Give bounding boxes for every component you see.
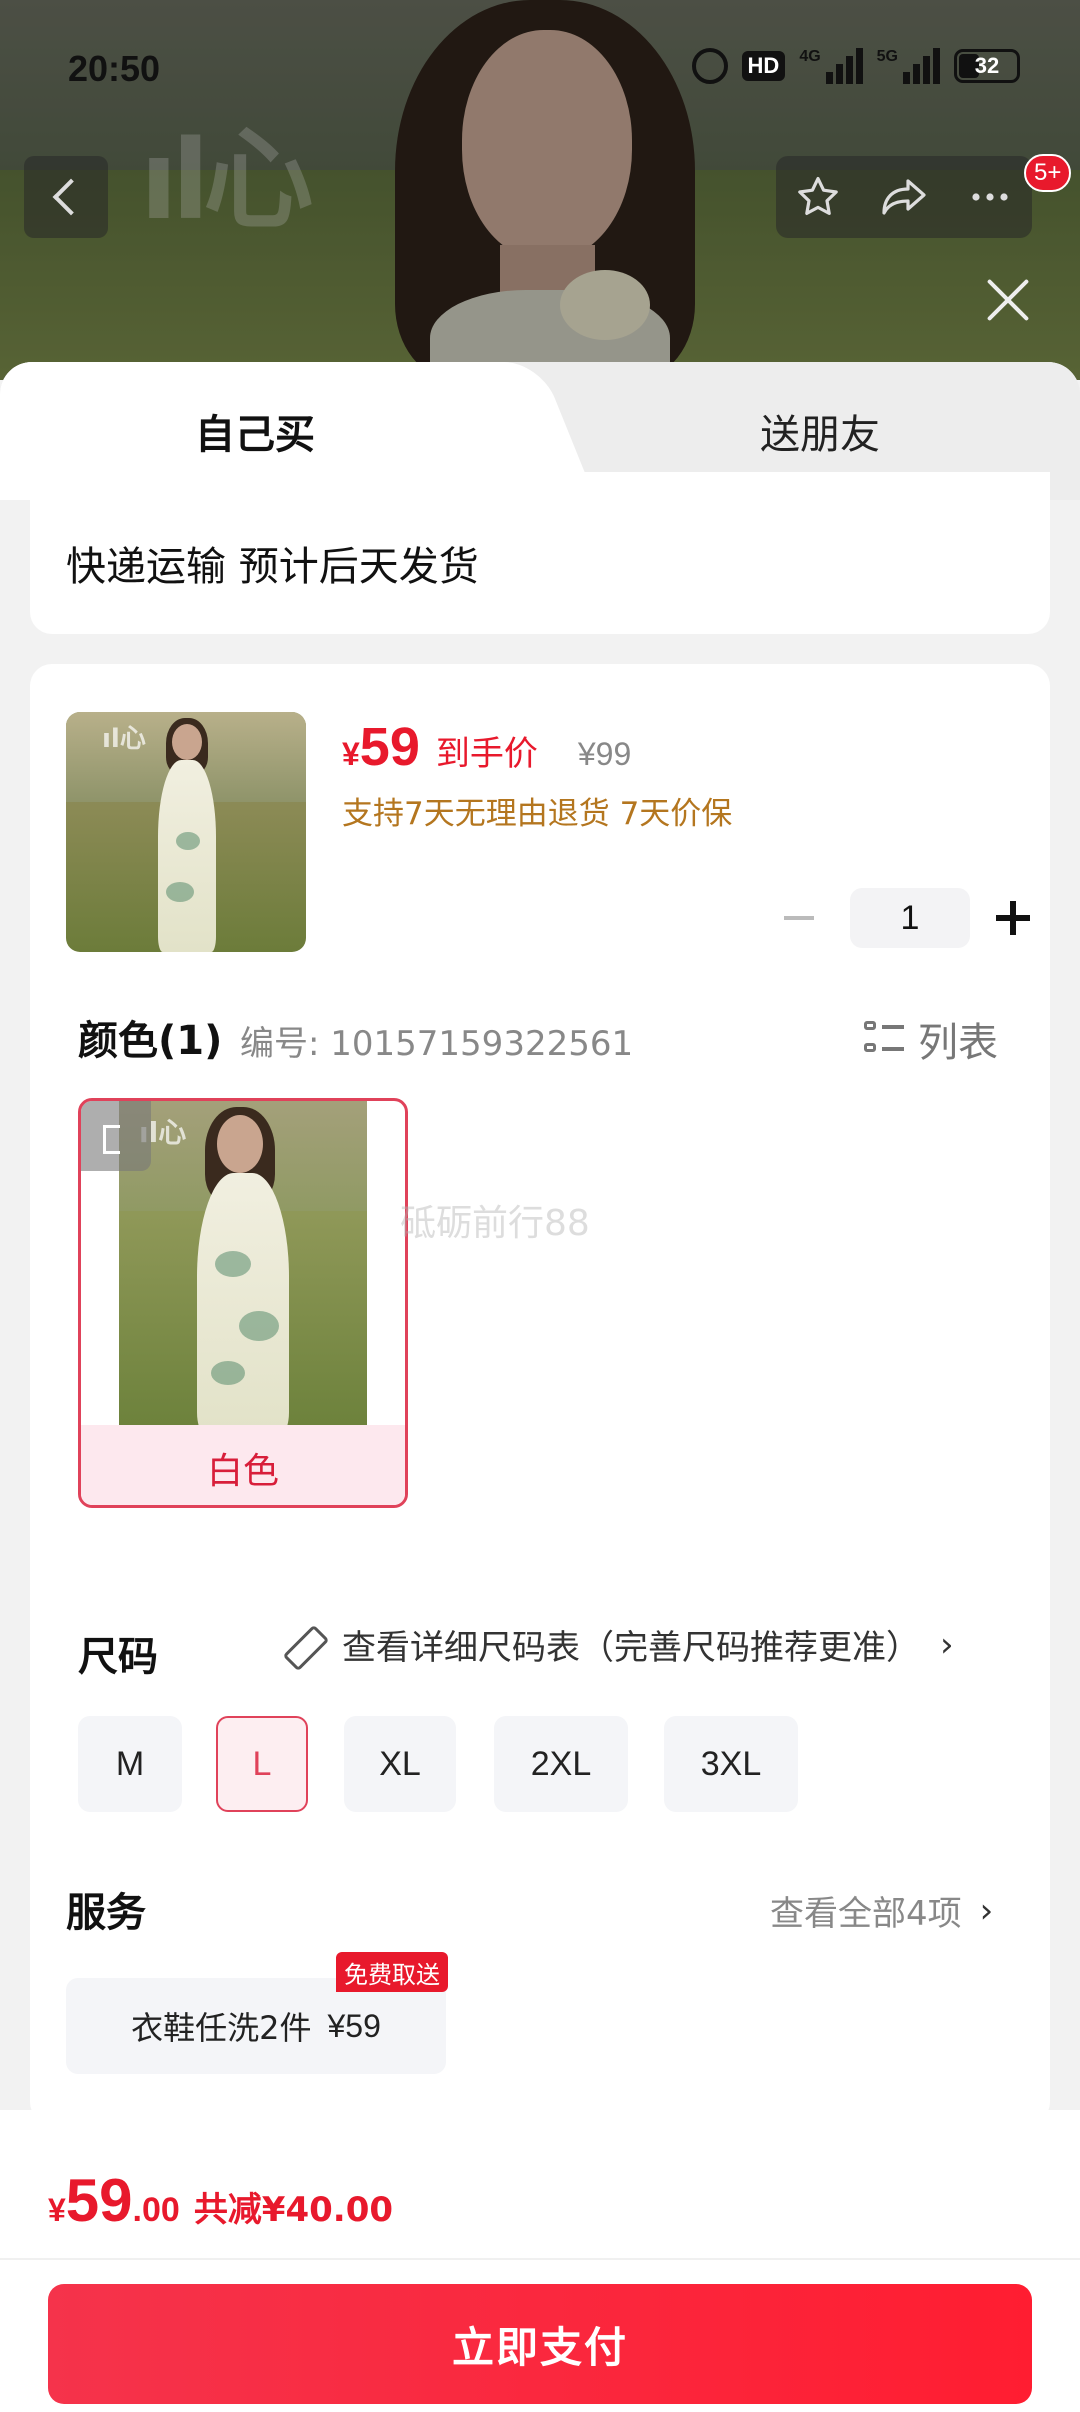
original-price: ¥99 <box>577 736 632 772</box>
signal-4g-icon: 4G <box>799 48 863 84</box>
total-price: ¥ 59 .00 共减¥40.00 <box>48 2167 394 2234</box>
view-all-services-link[interactable]: 查看全部4项 › <box>770 1886 993 1935</box>
product-code: 编号: 10157159322561 <box>240 1024 634 1064</box>
discount-amount: 共减¥40.00 <box>193 2190 394 2230</box>
chevron-right-icon: › <box>979 1890 994 1931</box>
expand-icon[interactable] <box>81 1101 151 1171</box>
watermark-text: 砥砺前行88 <box>400 1203 590 1244</box>
color-option-label: 白色 <box>81 1425 405 1505</box>
size-option-m[interactable]: M <box>78 1716 182 1812</box>
status-bar: 20:50 HD 4G 5G 32 <box>0 0 1080 140</box>
quantity-decrease-button[interactable] <box>770 888 830 948</box>
ruler-icon <box>282 1625 322 1665</box>
price-row: ¥ 59 到手价 ¥99 <box>342 716 631 778</box>
size-option-3xl[interactable]: 3XL <box>664 1716 798 1812</box>
size-option-xl[interactable]: XL <box>344 1716 456 1812</box>
shipping-info: 快递运输 预计后天发货 <box>66 544 479 590</box>
list-icon <box>864 1019 904 1059</box>
battery-level: 32 <box>974 53 1000 78</box>
product-options-card: ıl心 ¥ 59 到手价 ¥99 支持7天无理由退货 7天价保 1 颜色(1) … <box>30 664 1050 2124</box>
favorite-star-icon[interactable] <box>794 173 842 221</box>
size-option-l[interactable]: L <box>216 1716 308 1812</box>
free-pickup-badge: 免费取送 <box>336 1952 448 1992</box>
alarm-icon <box>691 48 728 84</box>
color-option-white[interactable]: ıl心 白色 <box>78 1098 408 1508</box>
service-section-title: 服务 <box>66 1890 146 1936</box>
close-icon[interactable] <box>984 276 1032 324</box>
shipping-card: 快递运输 预计后天发货 <box>30 472 1050 634</box>
quantity-value[interactable]: 1 <box>850 888 970 948</box>
purchase-sheet: 自己买 送朋友 快递运输 预计后天发货 ıl心 ¥ 59 到手价 ¥99 支持7… <box>0 362 1080 2412</box>
chevron-right-icon: › <box>940 1624 954 1665</box>
checkout-footer: ¥ 59 .00 共减¥40.00 立即支付 <box>0 2110 1080 2412</box>
final-price: 59 <box>359 717 420 777</box>
currency-symbol: ¥ <box>342 736 360 772</box>
return-guarantee: 支持7天无理由退货 7天价保 <box>342 796 733 832</box>
share-icon[interactable] <box>878 173 930 221</box>
notification-badge: 5+ <box>1024 154 1072 192</box>
chevron-left-icon <box>52 178 90 216</box>
color-section-title: 颜色(1) <box>78 1018 223 1064</box>
service-option-laundry[interactable]: 衣鞋任洗2件 ¥59 <box>66 1978 446 2074</box>
size-section-title: 尺码 <box>78 1634 158 1680</box>
list-view-button[interactable]: 列表 <box>864 1010 998 1068</box>
more-icon[interactable] <box>966 173 1014 221</box>
size-option-2xl[interactable]: 2XL <box>494 1716 628 1812</box>
signal-5g-icon: 5G <box>877 48 940 84</box>
status-time: 20:50 <box>68 48 161 89</box>
battery-icon: 32 <box>954 49 1020 83</box>
quantity-increase-button[interactable] <box>984 888 1044 948</box>
pay-now-button[interactable]: 立即支付 <box>48 2284 1032 2404</box>
product-thumbnail[interactable]: ıl心 <box>66 712 306 952</box>
price-tag-label: 到手价 <box>435 734 538 774</box>
size-chart-link[interactable]: 查看详细尺码表（完善尺码推荐更准） › <box>282 1620 954 1669</box>
color-option-image: ıl心 <box>119 1101 367 1425</box>
back-button[interactable] <box>24 156 108 238</box>
top-actions <box>776 156 1032 238</box>
quantity-stepper: 1 <box>770 888 1044 948</box>
hd-icon: HD <box>741 51 786 81</box>
